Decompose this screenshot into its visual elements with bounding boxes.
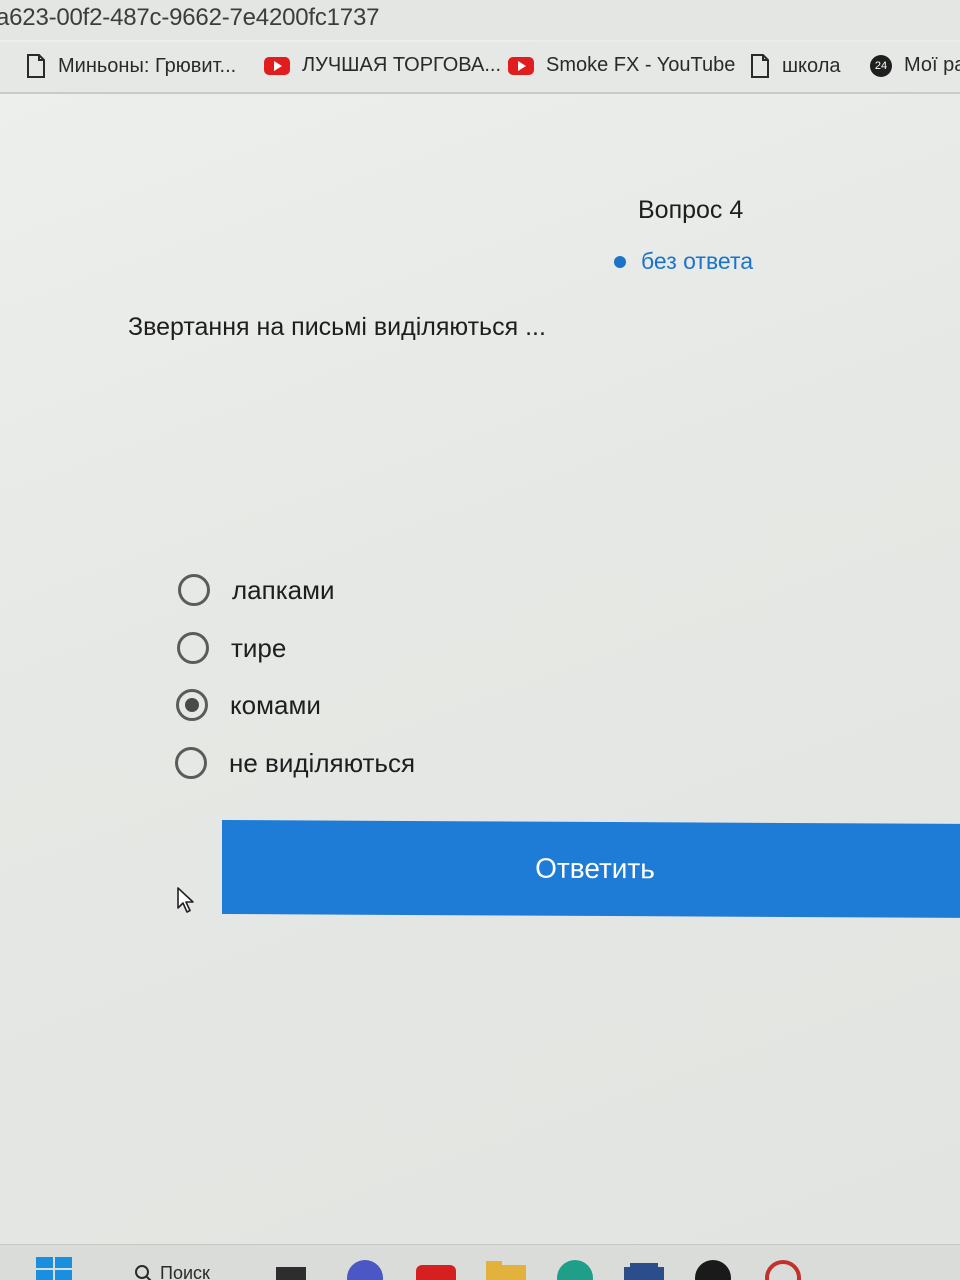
radio-button-selected[interactable] — [176, 689, 208, 721]
page-icon — [26, 54, 46, 78]
option-label: комами — [230, 689, 321, 720]
bookmark-trading[interactable]: ЛУЧШАЯ ТОРГОВА... — [264, 54, 501, 77]
address-bar[interactable]: a623-00f2-487c-9662-7e4200fc1737 — [0, 0, 960, 40]
badge-24-icon: 24 — [870, 54, 892, 77]
search-label: Поиск — [160, 1263, 210, 1280]
bookmarks-bar: Миньоны: Грювит... ЛУЧШАЯ ТОРГОВА... Smo… — [0, 42, 960, 94]
bookmark-smoke-fx[interactable]: Smoke FX - YouTube — [508, 54, 735, 77]
question-number: Вопрос 4 — [638, 196, 744, 224]
status-dot-icon — [614, 255, 626, 268]
option-label: не виділяються — [229, 747, 416, 778]
option-label: лапками — [232, 574, 335, 605]
youtube-app-icon[interactable] — [416, 1263, 456, 1280]
screen: a623-00f2-487c-9662-7e4200fc1737 Миньоны… — [0, 0, 960, 1280]
youtube-icon — [264, 56, 290, 75]
bookmark-minions[interactable]: Миньоны: Грювит... — [26, 54, 236, 78]
radio-button[interactable] — [178, 574, 210, 606]
radio-button[interactable] — [177, 632, 209, 664]
bookmark-school[interactable]: школа — [750, 54, 841, 78]
folder-icon[interactable] — [486, 1261, 526, 1280]
answer-option[interactable]: лапками — [178, 574, 335, 606]
mouse-cursor-icon — [176, 886, 196, 919]
bookmark-label: школа — [782, 54, 841, 77]
page-icon — [750, 54, 770, 78]
app-icon[interactable] — [346, 1259, 384, 1280]
question-status: без ответа — [614, 248, 753, 275]
url-text[interactable]: a623-00f2-487c-9662-7e4200fc1737 — [0, 4, 379, 32]
option-label: тире — [231, 632, 287, 663]
youtube-icon — [508, 56, 534, 75]
bookmark-moi[interactable]: 24 Мої ра — [870, 54, 960, 77]
bookmark-label: ЛУЧШАЯ ТОРГОВА... — [302, 54, 501, 76]
taskbar: Поиск — [0, 1244, 960, 1280]
answer-option[interactable]: тире — [177, 632, 286, 664]
search-icon — [135, 1264, 152, 1280]
answer-option[interactable]: не виділяються — [175, 747, 415, 779]
bookmark-label: Smoke FX - YouTube — [546, 54, 736, 76]
taskbar-search[interactable]: Поиск — [134, 1263, 210, 1280]
tiktok-icon[interactable] — [694, 1259, 732, 1280]
opera-icon[interactable] — [764, 1259, 802, 1280]
windows-start-icon[interactable] — [36, 1257, 72, 1280]
radio-button[interactable] — [175, 747, 207, 779]
store-icon[interactable] — [624, 1263, 664, 1280]
bookmark-label: Миньоны: Грювит... — [58, 54, 237, 77]
submit-button[interactable]: Ответить — [222, 820, 960, 918]
edge-icon[interactable] — [556, 1259, 594, 1280]
status-label: без ответа — [641, 248, 754, 274]
task-view-icon[interactable] — [276, 1267, 306, 1280]
bookmark-label: Мої ра — [904, 54, 960, 76]
question-text: Звертання на письмі виділяються ... — [128, 313, 546, 341]
answer-option[interactable]: комами — [176, 689, 321, 721]
